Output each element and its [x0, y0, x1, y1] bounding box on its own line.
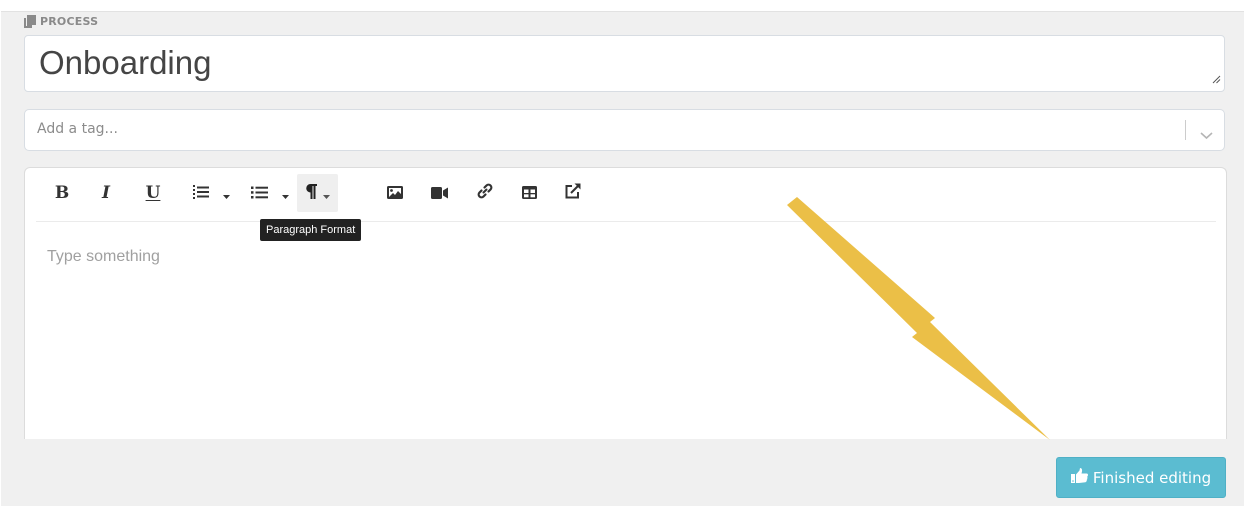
- section-label-text: PROCESS: [40, 14, 99, 28]
- image-icon: [387, 184, 403, 203]
- bold-button[interactable]: B: [47, 174, 77, 212]
- caret-down-icon: [222, 184, 230, 203]
- finished-editing-button[interactable]: Finished editing: [1056, 457, 1226, 498]
- caret-down-icon: [322, 184, 330, 203]
- caret-down-icon: [282, 184, 289, 203]
- paragraph-format-button[interactable]: [297, 174, 338, 212]
- thumbs-up-icon: [1070, 468, 1088, 487]
- insert-table-button[interactable]: [515, 174, 543, 212]
- editor-placeholder: Type something: [47, 248, 160, 265]
- tag-placeholder[interactable]: Add a tag...: [37, 121, 118, 137]
- italic-button[interactable]: I: [91, 174, 121, 212]
- video-icon: [430, 184, 448, 203]
- italic-icon: I: [102, 183, 110, 203]
- bold-icon: B: [54, 183, 70, 203]
- ordered-list-button[interactable]: [185, 174, 237, 212]
- external-link-icon: [565, 183, 581, 203]
- insert-video-button[interactable]: [425, 174, 453, 212]
- underline-icon: U: [145, 183, 161, 203]
- copy-icon: [24, 14, 36, 28]
- underline-button[interactable]: U: [138, 174, 168, 212]
- resize-handle-icon[interactable]: [1212, 69, 1221, 88]
- link-icon: [477, 183, 493, 203]
- tag-input[interactable]: Add a tag...: [24, 109, 1225, 151]
- chevron-down-icon[interactable]: [1200, 125, 1213, 144]
- title-input[interactable]: Onboarding: [24, 35, 1225, 92]
- finished-editing-label: Finished editing: [1092, 468, 1212, 487]
- insert-link-button[interactable]: [471, 174, 499, 212]
- editor-content[interactable]: Type something: [47, 248, 160, 266]
- paragraph-icon: [305, 183, 317, 203]
- section-label: PROCESS: [24, 13, 98, 29]
- rich-text-editor: B I U Paragraph Format Type something: [24, 167, 1227, 439]
- ordered-list-icon: [192, 184, 209, 203]
- paragraph-format-tooltip: Paragraph Format: [260, 219, 362, 241]
- editor-toolbar: B I U: [25, 168, 1226, 222]
- tag-separator: [1185, 120, 1186, 140]
- unordered-list-button[interactable]: [244, 174, 296, 212]
- title-value[interactable]: Onboarding: [39, 44, 211, 82]
- open-external-button[interactable]: [559, 174, 587, 212]
- table-icon: [521, 184, 537, 203]
- toolbar-divider: [36, 221, 1216, 222]
- insert-image-button[interactable]: [381, 174, 409, 212]
- unordered-list-icon: [251, 184, 268, 203]
